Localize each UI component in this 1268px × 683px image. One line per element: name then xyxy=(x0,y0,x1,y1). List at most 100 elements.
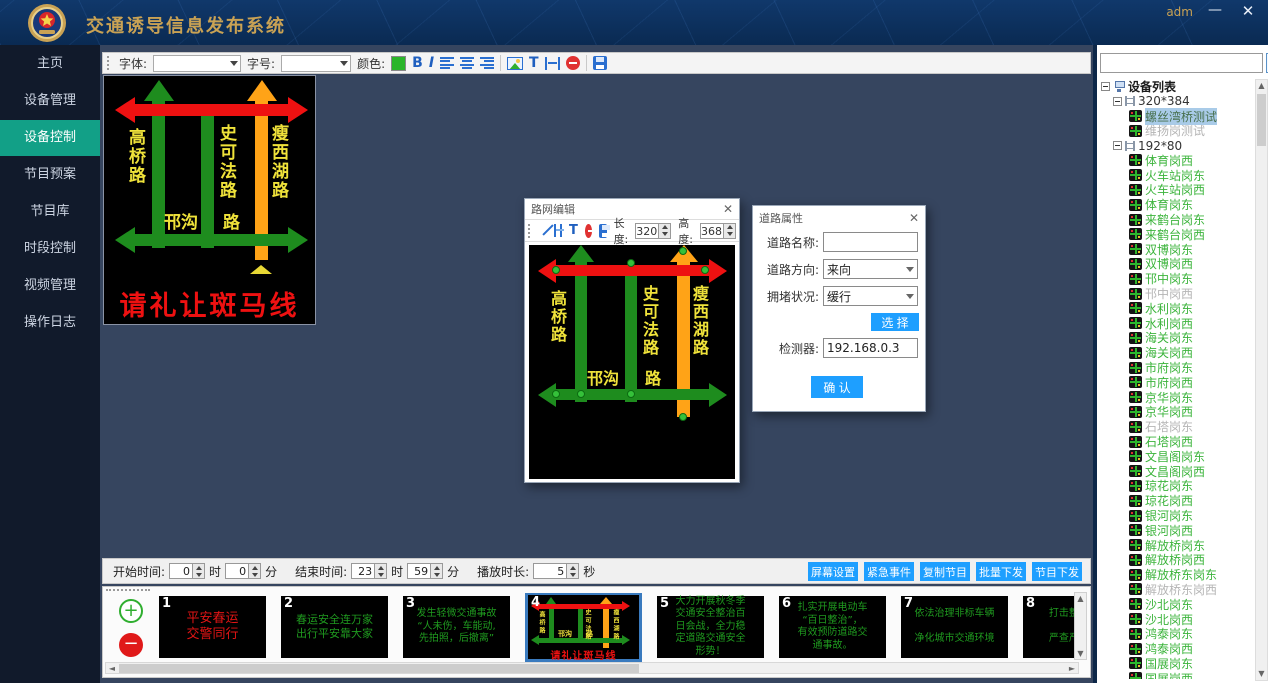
tree-device-node[interactable]: 银河岗东 xyxy=(1099,508,1255,523)
confirm-button[interactable]: 确 认 xyxy=(811,376,863,398)
line-tool-icon[interactable] xyxy=(540,224,547,237)
tree-device-node[interactable]: 来鹤台岗东 xyxy=(1099,212,1255,227)
toolbar-grip[interactable] xyxy=(528,224,531,238)
road-direction-select[interactable]: 来向 xyxy=(823,259,918,279)
end-hour-value[interactable]: 23 xyxy=(351,563,375,579)
align-right-icon[interactable] xyxy=(480,57,494,69)
text-tool-icon[interactable]: T xyxy=(529,56,539,70)
frame-thumbnail[interactable]: 8打击整治“炸 严查严处“机 xyxy=(1023,596,1079,658)
select-button[interactable]: 选 择 xyxy=(871,313,919,331)
action-button[interactable]: 紧急事件 xyxy=(864,562,914,581)
logged-in-user[interactable]: adm xyxy=(1166,5,1193,19)
tree-device-node[interactable]: 市府岗西 xyxy=(1099,375,1255,390)
end-minute-stepper[interactable]: 59 xyxy=(407,563,443,579)
duration-value[interactable]: 5 xyxy=(533,563,567,579)
bold-button[interactable]: B xyxy=(412,56,423,70)
tree-device-node[interactable]: 银河岗西 xyxy=(1099,523,1255,538)
scrollbar-thumb[interactable] xyxy=(119,664,639,673)
end-minute-value[interactable]: 59 xyxy=(407,563,431,579)
tree-device-node[interactable]: 鸿泰岗东 xyxy=(1099,626,1255,641)
sidebar-item-link[interactable]: 视频管理 xyxy=(0,268,100,304)
tree-device-node[interactable]: 沙北岗西 xyxy=(1099,612,1255,627)
road-name-input[interactable] xyxy=(823,232,918,252)
frame-thumbnail[interactable]: 6扎实开展电动车“百日整治”，有效预防道路交通事故。 xyxy=(779,596,886,658)
sidebar-item-link[interactable]: 节目预案 xyxy=(0,157,100,193)
frame-thumbnail[interactable]: 5大力开展秋冬季交通安全整治百日会战，全力稳定道路交通安全形势！ xyxy=(657,596,764,658)
toolbar-grip[interactable] xyxy=(107,56,111,70)
tree-device-node[interactable]: 螺丝湾桥测试 xyxy=(1099,109,1255,124)
height-stepper[interactable]: 368 xyxy=(700,223,736,239)
font-family-select[interactable] xyxy=(153,55,241,72)
search-input[interactable] xyxy=(1100,53,1263,73)
tree-device-node[interactable]: 解放桥岗西 xyxy=(1099,553,1255,568)
congestion-select[interactable]: 缓行 xyxy=(823,286,918,306)
font-size-select[interactable] xyxy=(281,55,351,72)
scroll-up-icon[interactable]: ▲ xyxy=(1256,80,1267,92)
tree-device-node[interactable]: 来鹤台岗西 xyxy=(1099,227,1255,242)
tree-device-node[interactable]: 体育岗西 xyxy=(1099,153,1255,168)
sidebar-item-link[interactable]: 主页 xyxy=(0,46,100,82)
stepper-arrows[interactable] xyxy=(431,563,443,579)
scroll-right-icon[interactable]: ► xyxy=(1066,663,1078,673)
remove-frame-button[interactable]: − xyxy=(119,633,143,657)
edit-handle[interactable] xyxy=(552,390,560,398)
tree-device-node[interactable]: 鸿泰岗西 xyxy=(1099,641,1255,656)
tree-device-node[interactable]: 市府岗东 xyxy=(1099,360,1255,375)
device-label[interactable]: 维扬岗测试 xyxy=(1145,122,1205,139)
align-left-icon[interactable] xyxy=(440,57,454,69)
sidebar-item-link[interactable]: 时段控制 xyxy=(0,231,100,267)
tree-device-node[interactable]: 水利岗东 xyxy=(1099,301,1255,316)
tree-device-node[interactable]: 京华岗东 xyxy=(1099,390,1255,405)
tree-device-node[interactable]: 国展岗西 xyxy=(1099,671,1255,679)
edit-handle[interactable] xyxy=(679,247,687,255)
delete-icon[interactable] xyxy=(566,56,580,70)
tree-device-node[interactable]: 解放桥东岗东 xyxy=(1099,567,1255,582)
stepper-arrows[interactable] xyxy=(375,563,387,579)
length-stepper[interactable]: 320 xyxy=(635,223,671,239)
align-center-icon[interactable] xyxy=(460,57,474,69)
start-hour-stepper[interactable]: 0 xyxy=(169,563,205,579)
italic-button[interactable]: I xyxy=(429,56,434,70)
stepper-arrows[interactable] xyxy=(567,563,579,579)
panel-grip[interactable] xyxy=(106,589,150,593)
tree-device-node[interactable]: 解放桥岗东 xyxy=(1099,538,1255,553)
scroll-down-icon[interactable]: ▼ xyxy=(1075,648,1086,659)
scroll-left-icon[interactable]: ◄ xyxy=(106,663,118,673)
action-button[interactable]: 节目下发 xyxy=(1032,562,1082,581)
stepper-arrows[interactable] xyxy=(724,223,736,239)
action-button[interactable]: 批量下发 xyxy=(976,562,1026,581)
tree-expander[interactable] xyxy=(1101,82,1110,91)
edit-handle[interactable] xyxy=(627,259,635,267)
tree-device-node[interactable]: 火车站岗东 xyxy=(1099,168,1255,183)
duration-stepper[interactable]: 5 xyxy=(533,563,579,579)
color-swatch[interactable] xyxy=(391,56,406,71)
length-value[interactable]: 320 xyxy=(635,223,659,239)
playlist-vertical-scrollbar[interactable]: ▲▼ xyxy=(1074,592,1087,660)
save-icon[interactable] xyxy=(593,56,607,70)
tree-device-node[interactable]: 海关岗西 xyxy=(1099,345,1255,360)
tree-group-node[interactable]: 320*384 xyxy=(1099,94,1255,109)
tree-device-node[interactable]: 文昌阁岗东 xyxy=(1099,449,1255,464)
tree-device-node[interactable]: 国展岗东 xyxy=(1099,656,1255,671)
tree-device-node[interactable]: 海关岗东 xyxy=(1099,331,1255,346)
playlist-horizontal-scrollbar[interactable]: ◄► xyxy=(105,662,1079,674)
frame-thumbnail[interactable]: 2春运安全连万家出行平安靠大家 xyxy=(281,596,388,658)
tree-device-node[interactable]: 琼花岗东 xyxy=(1099,479,1255,494)
scroll-down-icon[interactable]: ▼ xyxy=(1256,668,1267,680)
stepper-arrows[interactable] xyxy=(249,563,261,579)
close-icon[interactable]: ✕ xyxy=(723,202,733,216)
dialog-titlebar[interactable]: 道路属性 ✕ xyxy=(753,206,925,230)
road-tool-icon[interactable] xyxy=(554,224,562,237)
frame-thumbnail[interactable]: 3发生轻微交通事故“人未伤，车能动,先拍照，后撤离” xyxy=(403,596,510,658)
tree-device-node[interactable]: 石塔岗东 xyxy=(1099,419,1255,434)
add-frame-button[interactable]: + xyxy=(119,599,143,623)
frame-thumbnail[interactable]: 1平安春运交警同行 xyxy=(159,596,266,658)
tree-expander[interactable] xyxy=(1113,141,1122,150)
tree-device-node[interactable]: 体育岗东 xyxy=(1099,197,1255,212)
tree-device-node[interactable]: 文昌阁岗西 xyxy=(1099,464,1255,479)
edit-handle[interactable] xyxy=(679,413,687,421)
spacing-icon[interactable] xyxy=(545,57,560,70)
scrollbar-thumb[interactable] xyxy=(1257,94,1266,146)
tree-root-node[interactable]: 设备列表 xyxy=(1099,79,1255,94)
action-button[interactable]: 复制节目 xyxy=(920,562,970,581)
